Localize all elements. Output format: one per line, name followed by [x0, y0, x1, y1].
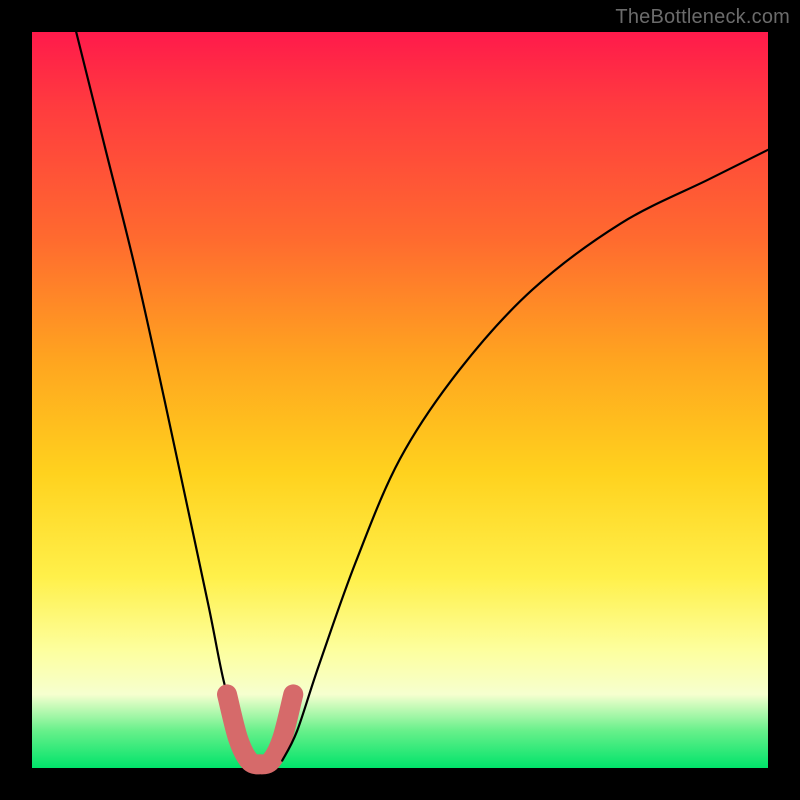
chart-plot-area — [32, 32, 768, 768]
chart-svg — [32, 32, 768, 768]
curve-right-branch — [282, 150, 768, 761]
curve-valley-highlight — [227, 694, 293, 764]
outer-frame: TheBottleneck.com — [0, 0, 800, 800]
watermark-text: TheBottleneck.com — [615, 6, 790, 29]
curve-left-branch — [76, 32, 249, 761]
